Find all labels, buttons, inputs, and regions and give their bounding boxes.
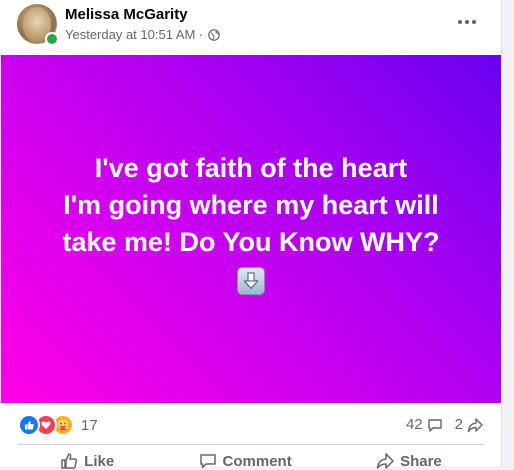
share-button-label: Share: [400, 452, 442, 470]
like-button-label: Like: [84, 452, 115, 470]
comments-count: 42: [405, 416, 423, 433]
comment-bubble-icon: [427, 418, 442, 432]
post-text: I've got faith of the heart I'm going wh…: [31, 150, 471, 261]
down-arrow-emoji: [237, 266, 265, 295]
engagement-stats: 42 2: [406, 416, 483, 433]
action-bar: Like Comment Share: [18, 452, 484, 470]
share-icon: [376, 453, 394, 469]
post-background: I've got faith of the heart I'm going wh…: [1, 55, 501, 403]
online-status-dot: [45, 32, 59, 46]
thumbs-up-icon: [61, 453, 78, 469]
more-options-icon[interactable]: [455, 12, 479, 32]
post-text-line: take me! Do You Know WHY?: [62, 226, 440, 257]
post-text-line: I've got faith of the heart: [94, 152, 408, 183]
post-text-line: I'm going where my heart will: [63, 189, 439, 220]
comment-icon: [199, 454, 216, 469]
share-button[interactable]: Share: [376, 452, 442, 470]
share-arrow-icon: [467, 417, 483, 432]
comment-button[interactable]: Comment: [199, 452, 292, 470]
author-name[interactable]: Melissa McGarity: [65, 6, 188, 23]
post-header: Melissa McGarity Yesterday at 10:51 AM ·: [0, 0, 501, 55]
post-meta: Yesterday at 10:51 AM ·: [65, 27, 220, 42]
globe-icon[interactable]: [207, 28, 220, 41]
shares-count: 2: [454, 416, 463, 433]
shares-stat[interactable]: 2: [455, 416, 483, 433]
post-card: Melissa McGarity Yesterday at 10:51 AM ·…: [0, 0, 502, 470]
like-button[interactable]: Like: [60, 452, 114, 470]
comments-stat[interactable]: 42: [406, 416, 443, 433]
action-divider: [18, 444, 484, 445]
like-icon: [18, 414, 40, 436]
post-timestamp[interactable]: Yesterday at 10:51 AM: [65, 27, 195, 42]
reaction-summary[interactable]: 17: [18, 414, 98, 436]
reaction-count: 17: [81, 416, 98, 434]
comment-button-label: Comment: [222, 452, 292, 470]
meta-separator: ·: [198, 27, 203, 42]
